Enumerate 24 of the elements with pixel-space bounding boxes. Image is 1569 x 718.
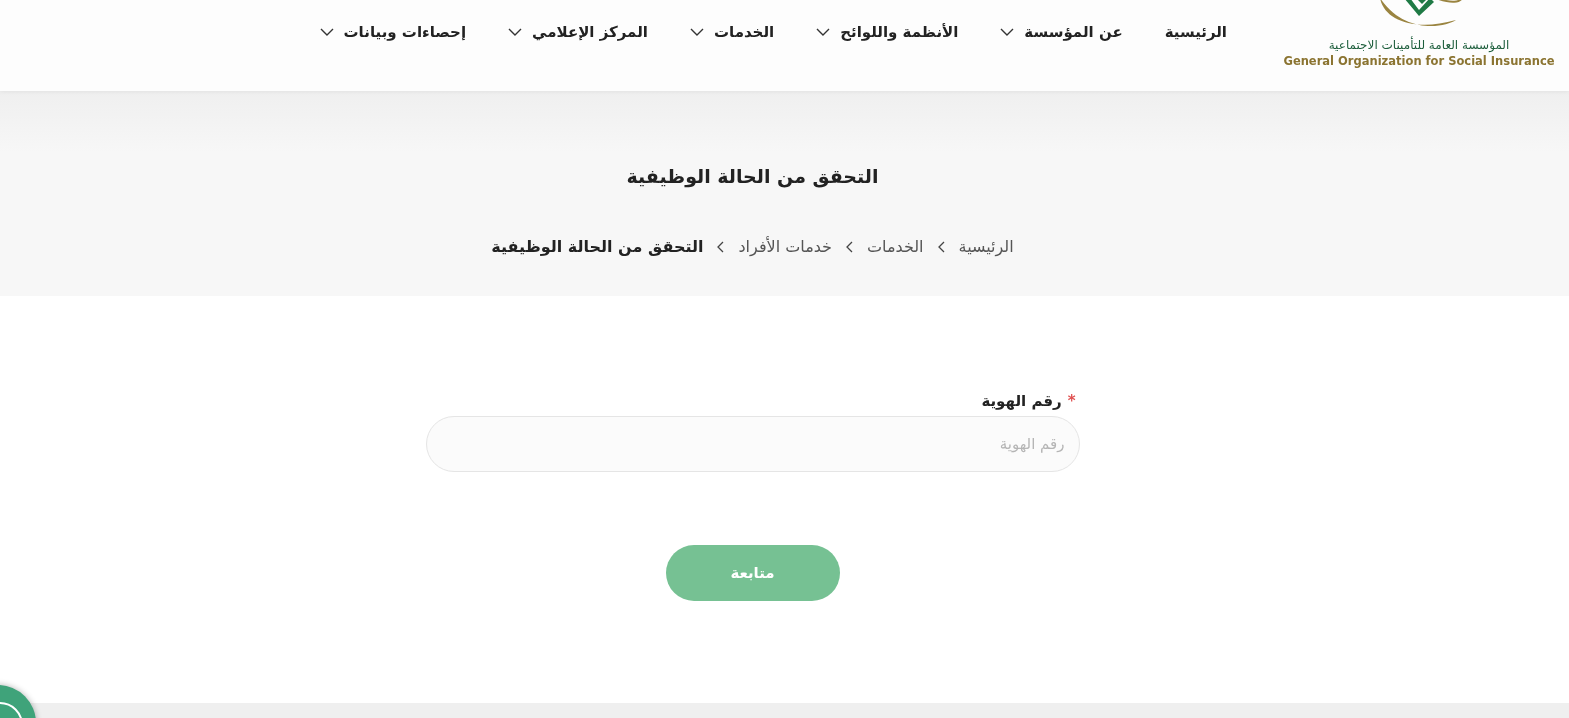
field-label: رقم الهوية <box>981 392 1062 410</box>
logo-english-text: General Organization for Social Insurance <box>1283 54 1555 68</box>
breadcrumb-current: التحقق من الحالة الوظيفية <box>491 237 704 256</box>
chevron-down-icon <box>508 28 523 36</box>
breadcrumb-link[interactable]: خدمات الأفراد <box>738 237 832 256</box>
chevron-down-icon <box>816 28 831 36</box>
nav-menu-item[interactable]: الأنظمة واللوائح <box>816 20 959 44</box>
nav-menu-item[interactable]: المركز الإعلامي <box>508 20 648 44</box>
chevron-down-icon <box>319 28 334 36</box>
nav-menu-item[interactable]: الرئيسية <box>1164 20 1227 44</box>
nav-menu-item[interactable]: عن المؤسسة <box>1000 20 1123 44</box>
chevron-down-icon <box>1000 28 1015 36</box>
breadcrumb-link[interactable]: الخدمات <box>867 237 924 256</box>
nav-menu-item[interactable]: الخدمات <box>689 20 775 44</box>
logo-arabic-text: المؤسسة العامة للتأمينات الاجتماعية <box>1328 38 1510 52</box>
breadcrumb-link[interactable]: الرئيسية <box>958 237 1014 256</box>
id-number-field[interactable]: رقم الهوية <box>425 416 1080 472</box>
page-title: التحقق من الحالة الوظيفية <box>626 165 879 187</box>
required-asterisk: * <box>1067 392 1076 410</box>
chevron-left-icon <box>717 240 725 253</box>
chevron-down-icon <box>689 28 704 36</box>
nav-menu-item[interactable]: إحصاءات وبيانات <box>319 20 467 44</box>
chevron-left-icon <box>937 240 945 253</box>
chevron-left-icon <box>846 240 853 253</box>
